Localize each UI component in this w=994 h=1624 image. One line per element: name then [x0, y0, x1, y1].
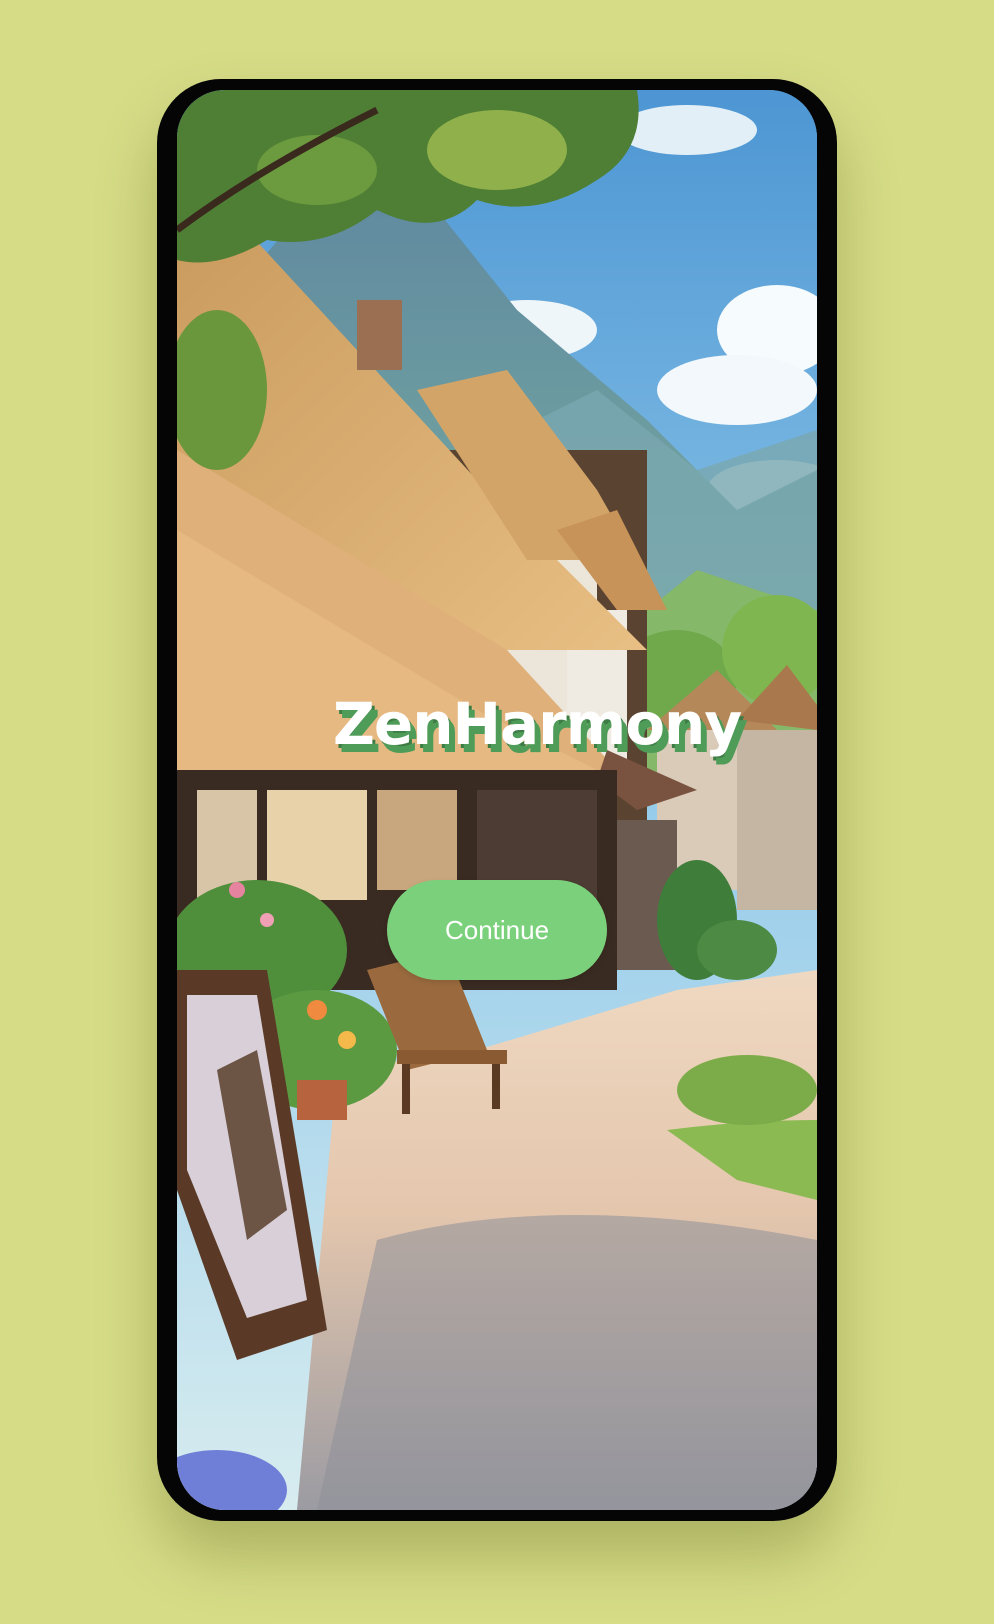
village-background-illustration: [177, 90, 817, 1510]
continue-button[interactable]: Continue: [387, 880, 607, 980]
app-title: ZenHarmony: [332, 690, 742, 758]
app-screen: ZenHarmony Continue: [177, 90, 817, 1510]
phone-frame: ZenHarmony Continue: [157, 79, 837, 1521]
